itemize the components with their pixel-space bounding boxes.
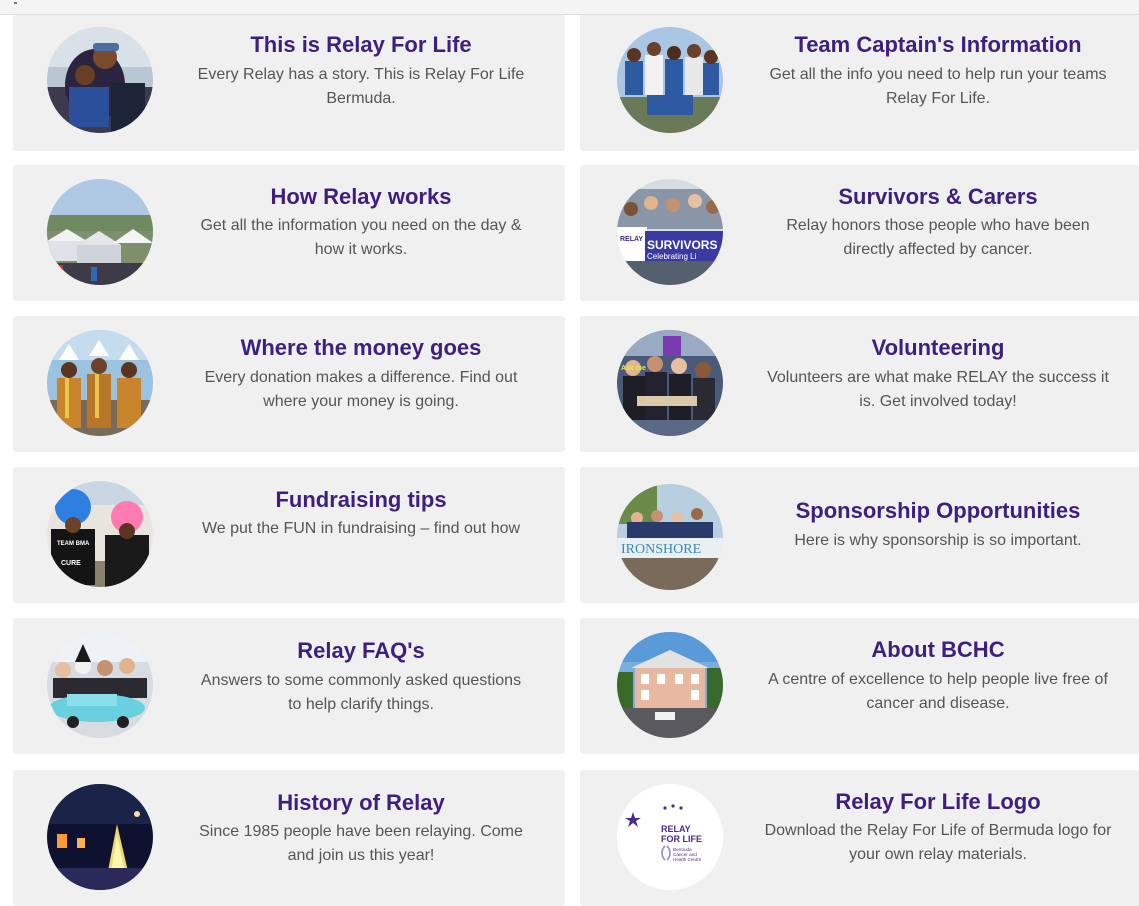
card-description: Every Relay has a story. This is Relay F… [197,66,525,107]
card-survivors-carers[interactable]: RELAY SURVIVORS Celebrating Li Survivors… [580,165,1139,301]
colorful-wigs-photo: TEAM BMA CURE [47,481,153,587]
card-title[interactable]: This is Relay For Life [193,32,529,58]
card-title[interactable]: Relay FAQ's [193,638,529,664]
card-description: A centre of excellence to help people li… [768,671,1108,712]
logo-health-text: Health Centre [673,857,702,862]
card-description: Every donation makes a difference. Find … [204,369,518,410]
card-history-of-relay[interactable]: History of Relay Since 1985 people have … [13,770,565,906]
card-relay-faqs[interactable]: Relay FAQ's Answers to some commonly ask… [13,618,565,754]
cure-text: CURE [61,560,81,567]
relay-field-tents-photo [47,179,153,285]
ironshore-banner-photo: IRONSHORE [617,484,723,590]
volunteers-group-photo: Ask me [617,330,723,436]
card-description: Answers to some commonly asked questions… [200,672,522,713]
card-title[interactable]: Where the money goes [193,335,529,361]
celebrating-text: Celebrating Li [647,252,697,261]
card-description: Download the Relay For Life of Bermuda l… [764,822,1112,863]
card-fundraising-tips[interactable]: TEAM BMA CURE Fundraising tips We put th… [13,467,565,603]
relay-logo: RELAY FOR LIFE Bermuda Cancer and Health… [617,784,723,890]
logo-relay-text: RELAY [661,824,691,834]
scroll-indicator [14,2,17,4]
card-title[interactable]: Team Captain's Information [760,32,1116,58]
card-description: Here is why sponsorship is so important. [794,532,1082,549]
card-description: Get all the information you need on the … [200,217,522,258]
ironshore-text: IRONSHORE [621,542,701,557]
card-title[interactable]: Survivors & Carers [760,184,1116,210]
browser-top-strip [0,0,1139,15]
card-title[interactable]: Volunteering [760,335,1116,361]
survivors-banner-photo: RELAY SURVIVORS Celebrating Li [617,179,723,285]
car-costume-photo [47,632,153,738]
card-description: Since 1985 people have been relaying. Co… [199,823,523,864]
card-where-money-goes[interactable]: Where the money goes Every donation make… [13,316,565,452]
svg-text:RELAY: RELAY [620,236,643,243]
luminaria-bags-photo [47,784,153,890]
card-volunteering[interactable]: Ask me Volunteering Volunteers are what … [580,316,1139,452]
card-title[interactable]: Sponsorship Opportunities [760,498,1116,524]
card-title[interactable]: Relay For Life Logo [760,789,1116,815]
costumed-participants-photo [47,330,153,436]
card-team-captain[interactable]: Team Captain's Information Get all the i… [580,15,1139,151]
ask-me-text: Ask me [621,365,646,372]
card-sponsorship[interactable]: IRONSHORE Sponsorship Opportunities Here… [580,467,1139,603]
card-how-relay-works[interactable]: How Relay works Get all the information … [13,165,565,301]
card-description: We put the FUN in fundraising – find out… [201,520,521,537]
card-about-bchc[interactable]: About BCHC A centre of excellence to hel… [580,618,1139,754]
card-title[interactable]: Fundraising tips [193,487,529,513]
team-captains-photo [617,27,723,133]
card-description: Volunteers are what make RELAY the succe… [767,369,1109,410]
card-description: Get all the info you need to help run yo… [769,66,1107,107]
card-title[interactable]: History of Relay [193,790,529,816]
logo-forlife-text: FOR LIFE [661,834,702,844]
card-this-is-relay[interactable]: This is Relay For Life Every Relay has a… [13,15,565,151]
team-bma-text: TEAM BMA [57,541,90,547]
card-relay-logo[interactable]: RELAY FOR LIFE Bermuda Cancer and Health… [580,770,1139,906]
relay-hug-photo [47,27,153,133]
bchc-building-photo [617,632,723,738]
card-title[interactable]: How Relay works [193,184,529,210]
card-description: Relay honors those people who have been … [786,217,1090,258]
survivors-text: SURVIVORS [647,238,717,252]
card-title[interactable]: About BCHC [760,637,1116,663]
